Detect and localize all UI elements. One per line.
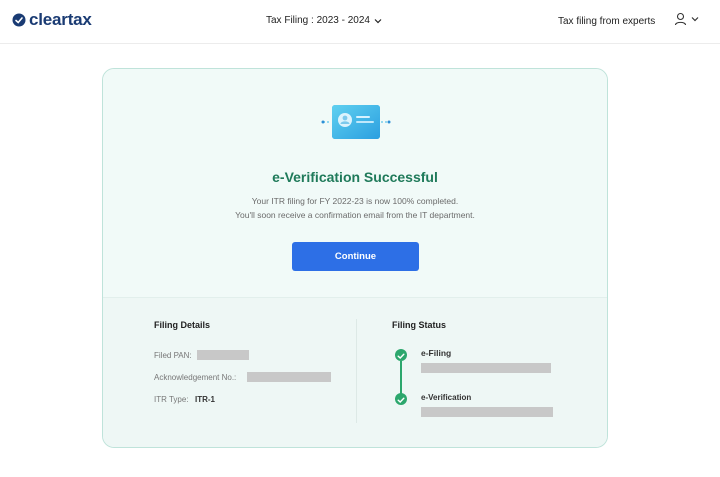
cleartax-logo-icon xyxy=(12,13,26,27)
everification-step-label: e-Verification xyxy=(421,393,472,402)
details-divider xyxy=(356,319,357,423)
check-icon xyxy=(397,397,405,403)
user-icon xyxy=(674,12,687,26)
tax-year-select[interactable]: Tax Filing : 2023 - 2024 xyxy=(266,15,383,26)
efiling-status-dot xyxy=(395,349,407,361)
cleartax-logo[interactable]: cleartax xyxy=(12,10,92,30)
logo-text: cleartax xyxy=(29,10,92,29)
itr-type-value: ITR-1 xyxy=(195,395,215,404)
itr-type-label: ITR Type: xyxy=(154,395,189,404)
tax-filing-experts-link[interactable]: Tax filing from experts xyxy=(558,16,655,27)
acknowledgement-label: Acknowledgement No.: xyxy=(154,373,237,382)
efiling-redacted xyxy=(421,363,551,373)
check-icon xyxy=(397,353,405,359)
filing-details-title: Filing Details xyxy=(154,320,211,330)
verification-card: e-Verification Successful Your ITR filin… xyxy=(102,68,608,448)
card-success-section: e-Verification Successful Your ITR filin… xyxy=(103,69,607,297)
acknowledgement-redacted xyxy=(247,372,331,382)
success-subtitle-line1: Your ITR filing for FY 2022-23 is now 10… xyxy=(251,196,459,206)
filing-status-title: Filing Status xyxy=(392,320,446,330)
tax-year-label: Tax Filing : 2023 - 2024 xyxy=(266,15,370,26)
efiling-step-label: e-Filing xyxy=(421,348,452,358)
everification-status-dot xyxy=(395,393,407,405)
everification-redacted xyxy=(421,407,553,417)
chevron-down-icon xyxy=(374,18,382,23)
id-card-icon xyxy=(321,105,391,139)
filed-pan-redacted xyxy=(197,350,249,360)
filed-pan-label: Filed PAN: xyxy=(154,351,192,360)
success-title: e-Verification Successful xyxy=(272,169,438,185)
chevron-down-icon xyxy=(691,17,699,22)
user-menu[interactable] xyxy=(674,12,700,26)
success-subtitle-line2: You'll soon receive a confirmation email… xyxy=(235,210,475,220)
continue-button[interactable]: Continue xyxy=(292,242,419,271)
top-navbar: cleartax Tax Filing : 2023 - 2024 Tax fi… xyxy=(0,0,720,44)
